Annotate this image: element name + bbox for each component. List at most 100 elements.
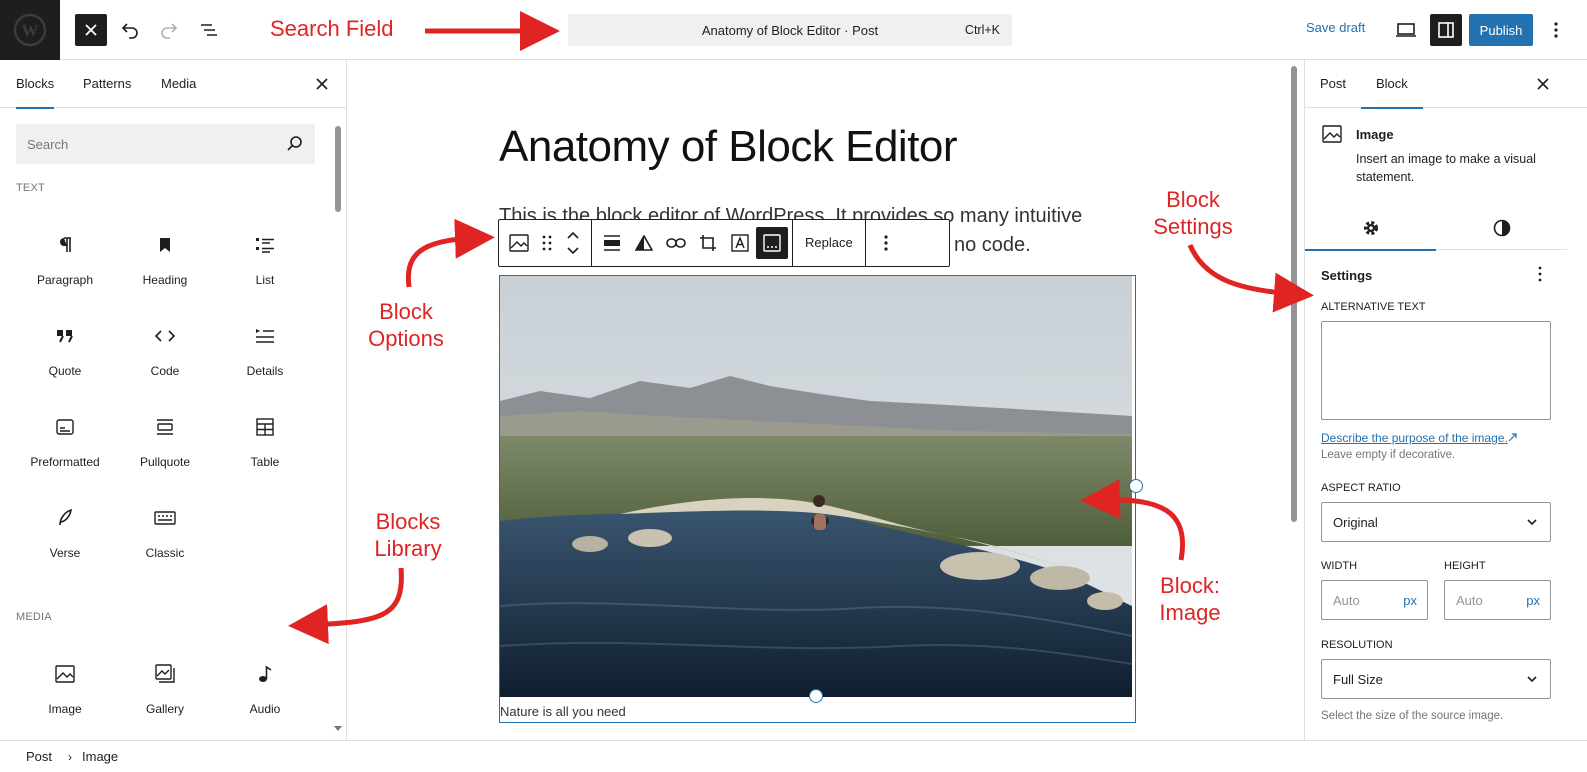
search-shortcut: Ctrl+K xyxy=(964,23,1000,37)
image-icon xyxy=(1322,125,1342,143)
block-label: Quote xyxy=(48,364,82,378)
duotone-button[interactable] xyxy=(628,227,660,259)
drag-handle-icon xyxy=(542,235,552,251)
block-tools-group xyxy=(592,220,793,266)
image-caption[interactable]: Nature is all you need xyxy=(500,704,626,719)
text-overlay-button[interactable] xyxy=(724,227,756,259)
close-library-button[interactable] xyxy=(312,74,332,94)
block-quote[interactable]: Quote xyxy=(15,311,115,391)
breadcrumb-image[interactable]: Image xyxy=(82,749,118,764)
resolution-select[interactable]: Full Size xyxy=(1321,659,1551,699)
block-audio[interactable]: Audio xyxy=(215,649,315,729)
align-button[interactable] xyxy=(596,227,628,259)
breadcrumb-post[interactable]: Post xyxy=(26,749,52,764)
block-verse[interactable]: Verse xyxy=(15,493,115,573)
table-icon xyxy=(253,415,277,439)
block-heading[interactable]: Heading xyxy=(115,220,215,300)
svg-text:W: W xyxy=(22,21,39,40)
chevron-down-icon xyxy=(1527,676,1537,683)
link-button[interactable] xyxy=(660,227,692,259)
block-preformatted[interactable]: Preformatted xyxy=(15,402,115,482)
details-icon xyxy=(253,324,277,348)
block-classic[interactable]: Classic xyxy=(115,493,215,573)
settings-toggle-button[interactable] xyxy=(1430,14,1462,46)
width-input[interactable]: Auto px xyxy=(1321,580,1428,620)
document-overview-button[interactable] xyxy=(193,14,225,46)
redo-button[interactable] xyxy=(153,14,185,46)
inserter-tabs: Blocks Patterns Media xyxy=(0,60,346,109)
block-card-description: Insert an image to make a visual stateme… xyxy=(1356,152,1536,184)
image-block[interactable]: Nature is all you need xyxy=(499,275,1143,723)
block-pullquote[interactable]: Pullquote xyxy=(115,402,215,482)
gallery-icon xyxy=(153,662,177,686)
breadcrumb: Post › Image xyxy=(0,740,1587,772)
alt-text-help-link[interactable]: Describe the purpose of the image. xyxy=(1321,431,1508,445)
chevron-right-icon: › xyxy=(68,749,73,764)
aspect-ratio-value: Original xyxy=(1333,514,1378,530)
block-details[interactable]: Details xyxy=(215,311,315,391)
crop-button[interactable] xyxy=(692,227,724,259)
block-search-input[interactable] xyxy=(16,124,266,164)
block-list[interactable]: List xyxy=(215,220,315,300)
tab-blocks[interactable]: Blocks xyxy=(16,60,55,109)
settings-styles-tabs xyxy=(1305,205,1567,251)
align-full-icon xyxy=(604,235,620,251)
heading-icon xyxy=(153,233,177,257)
block-more-options-button[interactable] xyxy=(870,227,902,259)
tab-media[interactable]: Media xyxy=(161,60,196,108)
more-group xyxy=(866,220,906,266)
alt-text-input[interactable] xyxy=(1321,321,1551,420)
tab-block[interactable]: Block xyxy=(1361,60,1423,109)
more-vertical-icon xyxy=(1538,266,1542,281)
drag-handle[interactable] xyxy=(535,227,559,259)
save-draft-button[interactable]: Save draft xyxy=(1306,20,1365,35)
height-input[interactable]: Auto px xyxy=(1444,580,1551,620)
wordpress-logo-icon[interactable]: W xyxy=(0,0,60,60)
block-label: Audio xyxy=(249,702,281,716)
block-gallery[interactable]: Gallery xyxy=(115,649,215,729)
block-mover-group xyxy=(499,220,592,266)
scroll-down-icon[interactable] xyxy=(334,726,342,732)
width-unit[interactable]: px xyxy=(1403,593,1417,608)
publish-button[interactable]: Publish xyxy=(1469,14,1533,46)
post-title[interactable]: Anatomy of Block Editor xyxy=(499,122,958,172)
block-image[interactable]: Image xyxy=(15,649,115,729)
annotation-block-image-line2: Image xyxy=(1159,600,1221,625)
block-label: Details xyxy=(246,364,284,378)
undo-button[interactable] xyxy=(114,14,146,46)
gear-icon xyxy=(1363,220,1378,235)
canvas-scrollbar[interactable] xyxy=(1291,66,1297,522)
resize-handle-right[interactable] xyxy=(1129,479,1143,493)
options-menu-button[interactable] xyxy=(1542,14,1570,46)
tab-styles[interactable] xyxy=(1436,205,1567,250)
block-paragraph[interactable]: Paragraph xyxy=(15,220,115,300)
library-scrollbar[interactable] xyxy=(335,126,341,212)
tab-patterns[interactable]: Patterns xyxy=(83,60,131,108)
styles-contrast-icon xyxy=(1493,219,1510,236)
tab-post[interactable]: Post xyxy=(1320,60,1346,108)
resize-handle-bottom[interactable] xyxy=(809,689,823,703)
annotation-block-settings-line1: Block xyxy=(1166,187,1220,212)
move-up-down-button[interactable] xyxy=(559,227,587,259)
preview-button[interactable] xyxy=(1390,14,1422,46)
landscape-image xyxy=(500,276,1132,697)
caption-button[interactable] xyxy=(756,227,788,259)
block-settings-panel: Post Block Image Insert an image to make… xyxy=(1304,60,1587,740)
aspect-ratio-select[interactable]: Original xyxy=(1321,502,1551,542)
block-card: Image Insert an image to make a visual s… xyxy=(1305,108,1587,190)
tab-settings[interactable] xyxy=(1305,205,1436,251)
height-label: HEIGHT xyxy=(1444,560,1486,572)
block-code[interactable]: Code xyxy=(115,311,215,391)
block-table[interactable]: Table xyxy=(215,402,315,482)
search-field-text: Anatomy of Block Editor · Post xyxy=(701,22,879,38)
close-settings-button[interactable] xyxy=(1533,74,1553,94)
close-inserter-button[interactable] xyxy=(75,14,107,46)
settings-options-button[interactable] xyxy=(1534,265,1546,285)
command-search-field[interactable]: Anatomy of Block Editor · Post Ctrl+K xyxy=(568,14,1012,46)
list-view-icon xyxy=(201,24,217,36)
replace-button[interactable]: Replace xyxy=(797,227,861,259)
more-vertical-icon xyxy=(1554,22,1558,38)
height-unit[interactable]: px xyxy=(1526,593,1540,608)
chevron-down-icon xyxy=(1527,519,1537,526)
block-type-button[interactable] xyxy=(503,227,535,259)
